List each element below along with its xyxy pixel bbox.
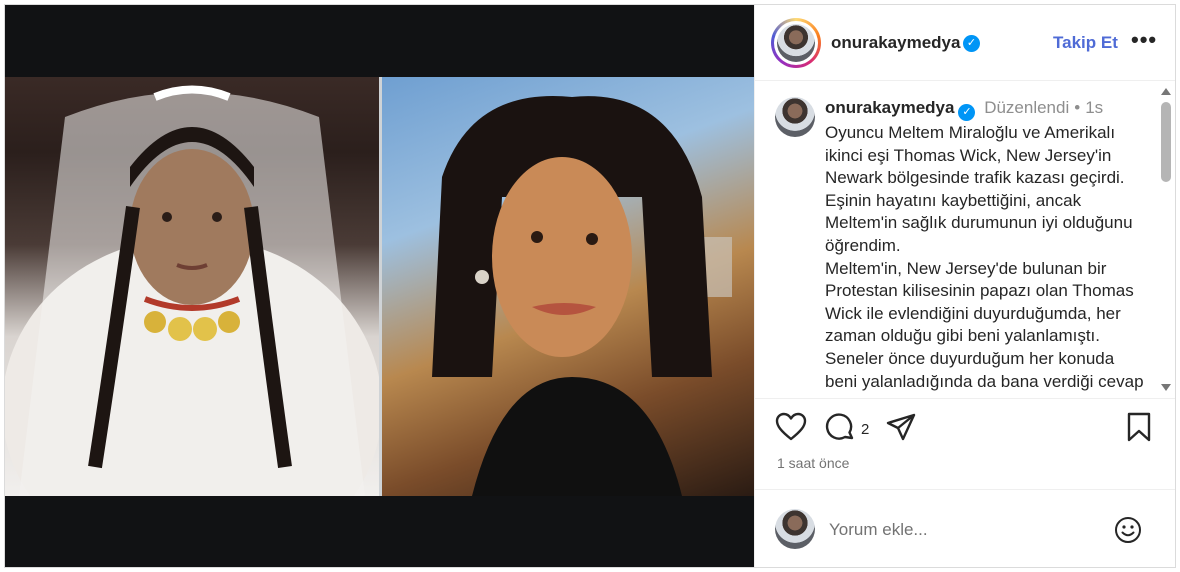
- post-actions: 2 1 saat önce: [755, 400, 1175, 490]
- author-username[interactable]: onurakaymedya: [831, 33, 960, 53]
- portrait-photo: [382, 77, 754, 496]
- follow-button[interactable]: Takip Et: [1053, 33, 1118, 53]
- bride-photo: [5, 77, 379, 496]
- caption-username[interactable]: onurakaymedya: [825, 98, 954, 117]
- separator-dot: •: [1074, 98, 1081, 117]
- post-window: onurakaymedya ✓ Takip Et ••• onurakaymed…: [4, 4, 1176, 568]
- verified-badge-icon: ✓: [958, 104, 976, 121]
- viewer-avatar: [775, 509, 815, 549]
- author-avatar[interactable]: [777, 24, 815, 62]
- caption-author-avatar[interactable]: [775, 97, 815, 137]
- edited-label: Düzenlendi: [984, 98, 1070, 117]
- bookmark-icon[interactable]: [1125, 412, 1153, 442]
- scroll-down-arrow-icon[interactable]: [1161, 384, 1171, 391]
- caption-scrollbar[interactable]: [1158, 82, 1174, 399]
- scroll-up-arrow-icon[interactable]: [1161, 88, 1171, 95]
- post-side-panel: onurakaymedya ✓ Takip Et ••• onurakaymed…: [754, 5, 1175, 567]
- caption-text: Oyuncu Meltem Miraloğlu ve Amerikalı iki…: [825, 123, 1144, 391]
- story-ring[interactable]: [771, 18, 821, 68]
- post-timestamp[interactable]: 1 saat önce: [777, 455, 849, 471]
- comment-icon[interactable]: [825, 412, 855, 442]
- comment-input[interactable]: [829, 515, 1099, 545]
- comment-count: 2: [861, 421, 870, 438]
- share-icon[interactable]: [885, 412, 917, 442]
- more-options-icon[interactable]: •••: [1131, 27, 1157, 53]
- emoji-icon[interactable]: [1113, 515, 1143, 545]
- comment-composer: [755, 491, 1175, 567]
- caption-section[interactable]: onurakaymedya ✓ Düzenlendi • 1s Oyuncu Melt…: [755, 82, 1175, 399]
- verified-badge-icon: ✓: [963, 35, 980, 52]
- post-header: onurakaymedya ✓ Takip Et •••: [755, 5, 1175, 81]
- caption-header: onurakaymedya ✓ Düzenlendi • 1s: [825, 98, 1103, 121]
- post-age[interactable]: 1s: [1085, 98, 1103, 117]
- post-media[interactable]: [5, 5, 754, 567]
- scroll-thumb[interactable]: [1161, 102, 1171, 182]
- heart-icon[interactable]: [775, 412, 807, 442]
